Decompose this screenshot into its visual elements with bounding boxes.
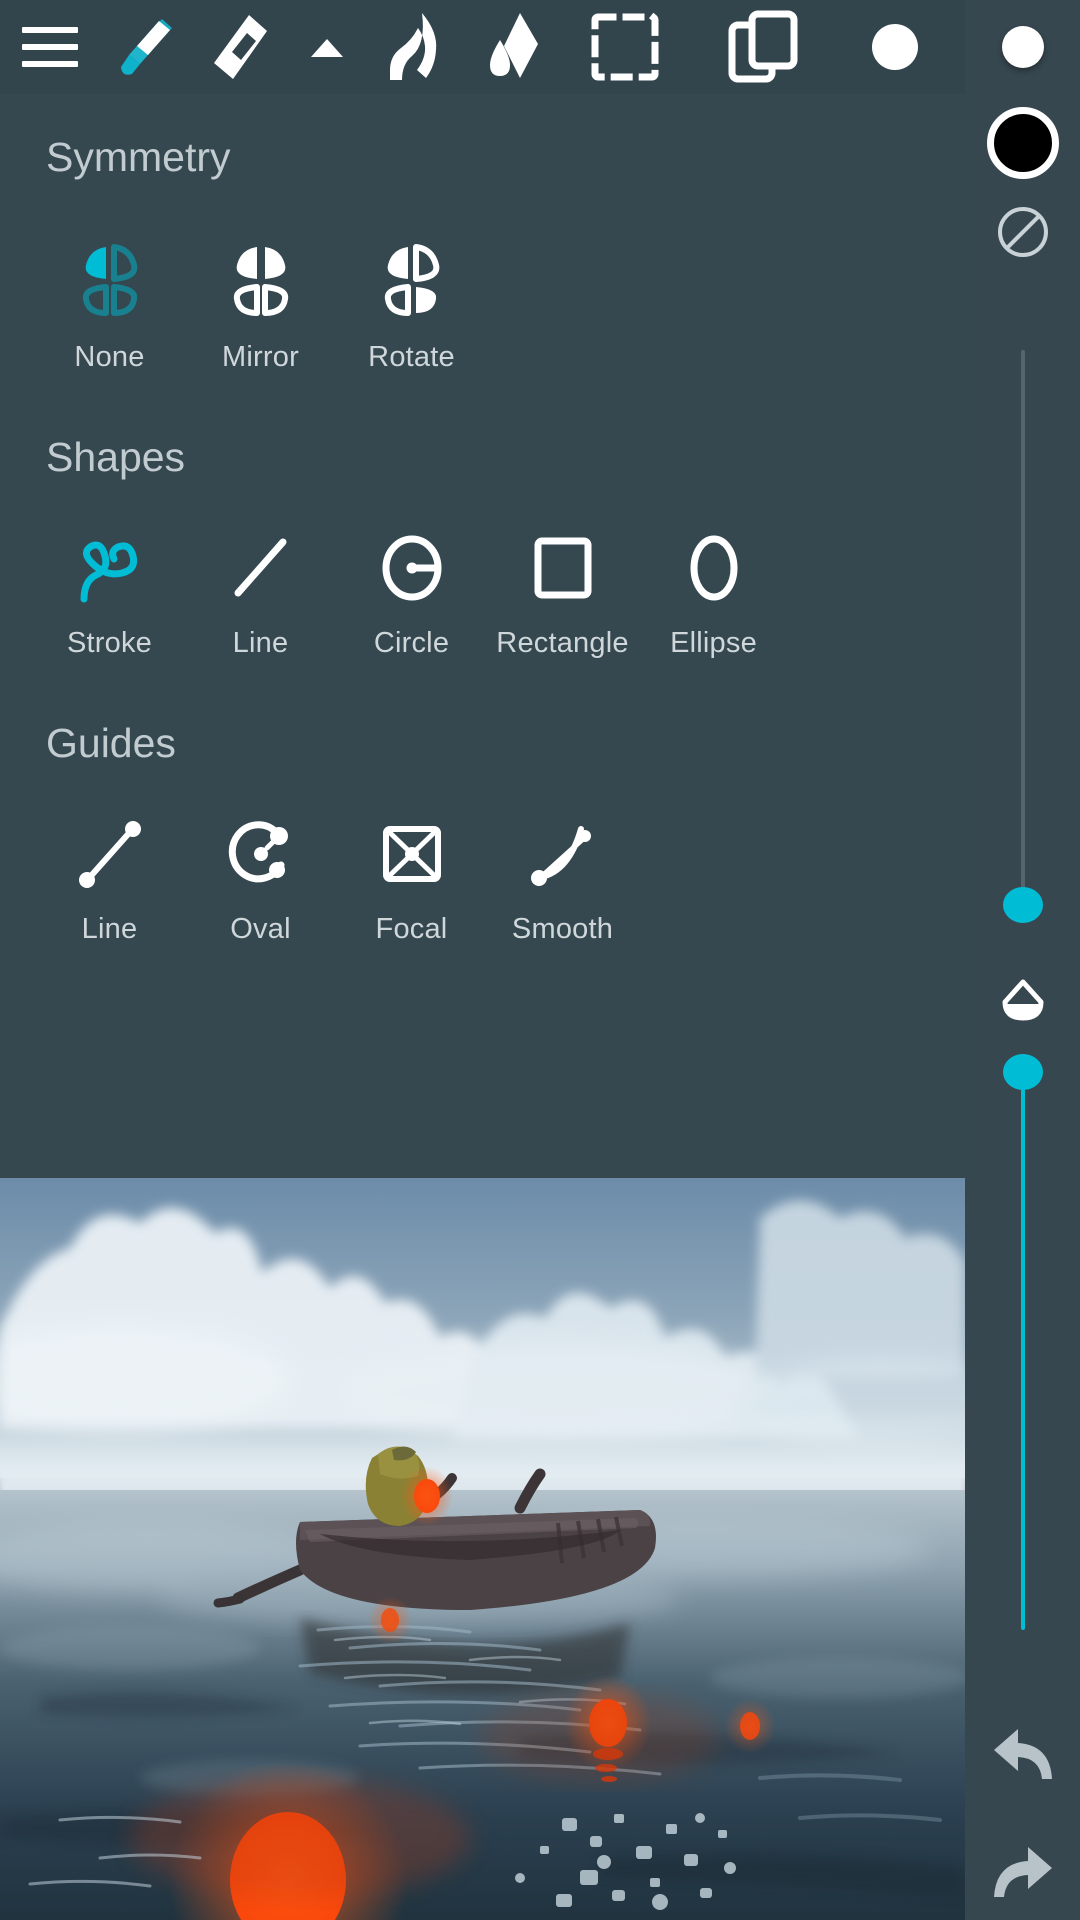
hamburger-icon (22, 27, 78, 67)
menu-button[interactable] (0, 0, 100, 94)
selection-tool-button[interactable] (560, 0, 690, 94)
triangle-up-icon (311, 39, 343, 57)
guide-option-label: Oval (230, 913, 291, 945)
section-title-shapes: Shapes (46, 434, 186, 480)
symmetry-option-label: Mirror (222, 341, 299, 373)
symmetry-option-label: Rotate (368, 341, 455, 373)
undo-icon (993, 1729, 1052, 1779)
guide-smooth-icon (523, 811, 603, 897)
undo-button[interactable] (986, 1718, 1060, 1792)
shape-option-label: Ellipse (670, 627, 757, 659)
symmetry-options: None Mirror Rotate (34, 239, 965, 374)
opacity-icon[interactable] (999, 978, 1047, 1027)
drawing-canvas[interactable] (0, 1178, 965, 1920)
shape-option-label: Rectangle (496, 627, 629, 659)
shape-ellipse-icon (674, 525, 754, 611)
symmetry-option-label: None (74, 341, 145, 373)
shapes-options: Stroke Line Circle Rectangle Ellipse (34, 525, 965, 660)
tool-options-panel: Symmetry None Mirror Rotate Shapes Strok… (0, 94, 965, 1178)
brush-opacity-slider-track[interactable] (1020, 1080, 1025, 1630)
guides-options: Line Oval Focal Smooth (34, 811, 965, 946)
shape-line-icon (221, 525, 301, 611)
symmetry-option-mirror[interactable]: Mirror (185, 239, 336, 374)
brush-icon (121, 19, 172, 75)
expand-tools-button[interactable] (288, 0, 366, 94)
color-swatch-icon (872, 24, 918, 70)
smudge-tool-button[interactable] (366, 0, 464, 94)
shape-option-stroke[interactable]: Stroke (34, 525, 185, 660)
shape-option-line[interactable]: Line (185, 525, 336, 660)
top-toolbar (0, 0, 965, 94)
guide-oval-icon (221, 811, 301, 897)
section-title-symmetry: Symmetry (46, 134, 231, 180)
symmetry-option-none[interactable]: None (34, 239, 185, 374)
redo-button[interactable] (986, 1836, 1060, 1910)
fill-tool-button[interactable] (464, 0, 560, 94)
primary-color-swatch[interactable] (986, 107, 1059, 179)
shape-rectangle-icon (523, 525, 603, 611)
selection-icon (591, 13, 659, 81)
shape-option-circle[interactable]: Circle (336, 525, 487, 660)
guide-option-oval[interactable]: Oval (185, 811, 336, 946)
brush-size-slider-thumb[interactable] (1002, 887, 1043, 923)
guide-option-label: Focal (375, 913, 448, 945)
section-title-guides: Guides (46, 720, 176, 766)
guides-section: Guides Line Oval Focal Smooth (0, 660, 965, 946)
guide-option-focal[interactable]: Focal (336, 811, 487, 946)
shape-stroke-icon (70, 525, 150, 611)
guide-option-label: Smooth (511, 913, 614, 945)
shapes-section: Shapes Stroke Line Circle Rectangle Elli… (0, 374, 965, 660)
symmetry-none-icon (70, 239, 150, 325)
symmetry-section: Symmetry None Mirror Rotate (0, 94, 965, 374)
shape-option-label: Circle (373, 627, 450, 659)
shape-option-label: Stroke (66, 627, 152, 659)
shape-option-label: Line (232, 627, 289, 659)
guide-line-icon (70, 811, 150, 897)
symmetry-mirror-icon (221, 239, 301, 325)
eraser-icon (214, 15, 267, 79)
smudge-icon (390, 13, 437, 80)
secondary-color-swatch[interactable] (1001, 26, 1044, 68)
guide-option-line[interactable]: Line (34, 811, 185, 946)
shape-option-rectangle[interactable]: Rectangle (487, 525, 638, 660)
layers-button[interactable] (690, 0, 835, 94)
symmetry-option-rotate[interactable]: Rotate (336, 239, 487, 374)
fill-icon (490, 13, 538, 78)
symmetry-rotate-icon (372, 239, 452, 325)
artwork (0, 1178, 965, 1920)
guide-option-label: Line (81, 913, 138, 945)
color-button[interactable] (835, 0, 955, 94)
no-color-icon[interactable] (997, 207, 1048, 257)
shape-circle-icon (372, 525, 452, 611)
right-sidebar (965, 0, 1080, 1920)
shape-option-ellipse[interactable]: Ellipse (638, 525, 789, 660)
layers-icon (728, 10, 797, 83)
guide-focal-icon (372, 811, 452, 897)
brush-size-slider-track[interactable] (1020, 350, 1025, 910)
guide-option-smooth[interactable]: Smooth (487, 811, 638, 946)
redo-icon (993, 1847, 1052, 1897)
eraser-tool-button[interactable] (192, 0, 288, 94)
brush-tool-button[interactable] (100, 0, 192, 94)
